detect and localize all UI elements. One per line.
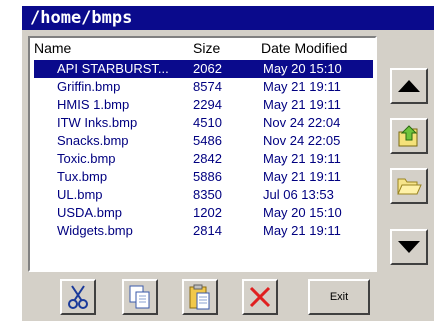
file-name: Griffin.bmp bbox=[57, 79, 121, 94]
file-row[interactable]: Snacks.bmp 5486 Nov 24 22:05 bbox=[30, 132, 375, 150]
file-row[interactable]: USDA.bmp 1202 May 20 15:10 bbox=[30, 204, 375, 222]
file-size: 2062 bbox=[193, 61, 222, 76]
file-date: May 21 19:11 bbox=[263, 223, 341, 238]
exit-button[interactable]: Exit bbox=[308, 279, 370, 315]
file-size: 4510 bbox=[193, 115, 222, 130]
file-size: 8350 bbox=[193, 187, 222, 202]
cut-icon bbox=[68, 285, 88, 309]
copy-icon bbox=[129, 285, 150, 309]
file-name: Toxic.bmp bbox=[57, 151, 116, 166]
file-name: UL.bmp bbox=[57, 187, 103, 202]
file-date: Jul 06 13:53 bbox=[263, 187, 334, 202]
file-name: API STARBURST... bbox=[57, 61, 169, 76]
file-name: Snacks.bmp bbox=[57, 133, 129, 148]
file-name: USDA.bmp bbox=[57, 205, 123, 220]
file-date: May 21 19:11 bbox=[263, 97, 341, 112]
scroll-up-button[interactable] bbox=[390, 68, 428, 104]
file-date: May 21 19:11 bbox=[263, 79, 341, 94]
paste-icon bbox=[189, 284, 210, 310]
file-row[interactable]: HMIS 1.bmp 2294 May 21 19:11 bbox=[30, 96, 375, 114]
file-row[interactable]: UL.bmp 8350 Jul 06 13:53 bbox=[30, 186, 375, 204]
window-title: /home/bmps bbox=[22, 6, 434, 30]
file-row[interactable]: ITW Inks.bmp 4510 Nov 24 22:04 bbox=[30, 114, 375, 132]
file-size: 2814 bbox=[193, 223, 222, 238]
file-date: Nov 24 22:05 bbox=[263, 133, 341, 148]
file-size: 2294 bbox=[193, 97, 222, 112]
delete-button[interactable] bbox=[242, 279, 278, 315]
file-name: HMIS 1.bmp bbox=[57, 97, 130, 112]
copy-button[interactable] bbox=[122, 279, 158, 315]
file-size: 8574 bbox=[193, 79, 222, 94]
file-name: Widgets.bmp bbox=[57, 223, 133, 238]
file-row[interactable]: Toxic.bmp 2842 May 21 19:11 bbox=[30, 150, 375, 168]
file-rows: API STARBURST... 2062 May 20 15:10 Griffin.… bbox=[30, 60, 375, 240]
file-row[interactable]: Widgets.bmp 2814 May 21 19:11 bbox=[30, 222, 375, 240]
file-name: Tux.bmp bbox=[57, 169, 108, 184]
scroll-down-button[interactable] bbox=[390, 229, 428, 265]
file-list[interactable]: Name Size Date Modified API STARBURST...… bbox=[28, 36, 377, 272]
column-header-name[interactable]: Name bbox=[34, 40, 71, 56]
open-folder-button[interactable] bbox=[390, 168, 428, 204]
file-date: May 21 19:11 bbox=[263, 169, 341, 184]
parent-folder-icon bbox=[398, 125, 418, 147]
parent-folder-button[interactable] bbox=[390, 118, 428, 154]
file-name: ITW Inks.bmp bbox=[57, 115, 138, 130]
file-size: 5886 bbox=[193, 169, 222, 184]
column-header-date[interactable]: Date Modified bbox=[261, 40, 347, 56]
file-date: May 21 19:11 bbox=[263, 151, 341, 166]
cut-button[interactable] bbox=[60, 279, 96, 315]
file-row[interactable]: Tux.bmp 5886 May 21 19:11 bbox=[30, 168, 375, 186]
column-header-size[interactable]: Size bbox=[193, 40, 220, 56]
file-date: Nov 24 22:04 bbox=[263, 115, 341, 130]
file-date: May 20 15:10 bbox=[263, 205, 342, 220]
scroll-up-icon bbox=[398, 80, 420, 92]
file-browser-window: /home/bmps Name Size Date Modified API S… bbox=[22, 6, 434, 321]
paste-button[interactable] bbox=[182, 279, 218, 315]
file-date: May 20 15:10 bbox=[263, 61, 342, 76]
scroll-down-icon bbox=[398, 241, 420, 253]
file-size: 1202 bbox=[193, 205, 222, 220]
file-row[interactable]: API STARBURST... 2062 May 20 15:10 bbox=[34, 60, 373, 78]
file-size: 5486 bbox=[193, 133, 222, 148]
file-row[interactable]: Griffin.bmp 8574 May 21 19:11 bbox=[30, 78, 375, 96]
file-size: 2842 bbox=[193, 151, 222, 166]
delete-icon bbox=[249, 286, 271, 308]
open-folder-icon bbox=[397, 178, 422, 195]
